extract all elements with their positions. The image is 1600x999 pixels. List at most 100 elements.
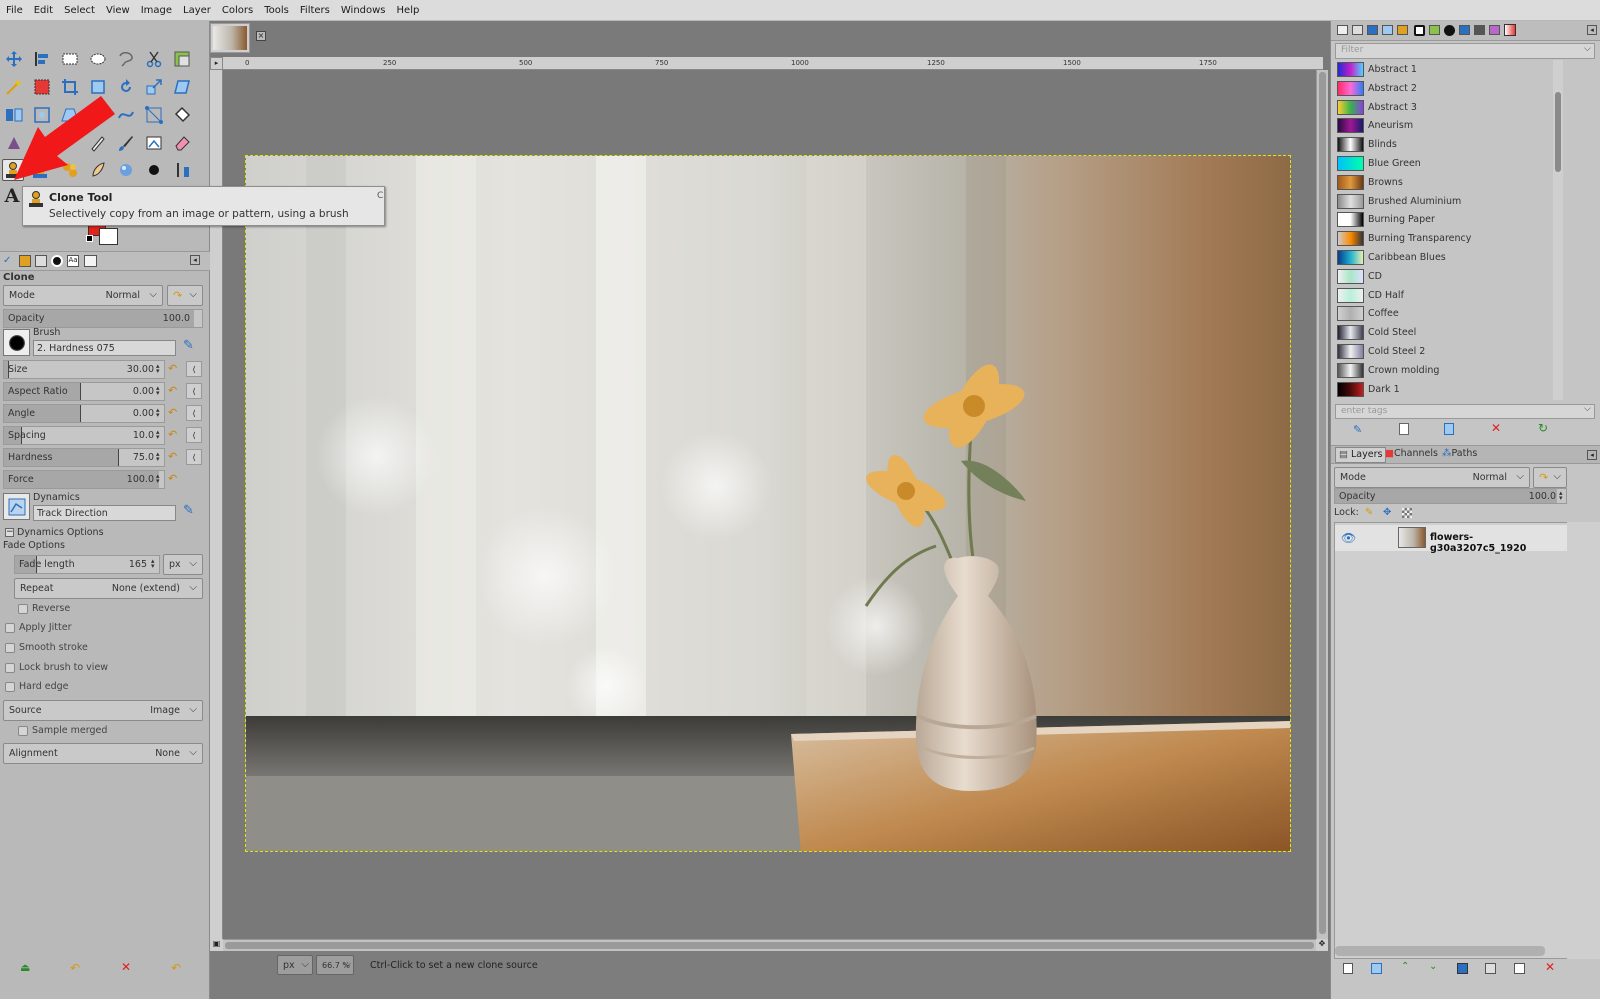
gradient-name[interactable]: Burning Paper xyxy=(1368,214,1435,225)
apply-jitter-checkbox[interactable] xyxy=(5,623,15,633)
ellipse-select-icon[interactable] xyxy=(87,48,109,70)
dock-tab-icon[interactable] xyxy=(1367,25,1378,35)
tab-layers[interactable]: ▤ Layers xyxy=(1335,447,1387,463)
configure-tab-icon[interactable]: ◂ xyxy=(1587,450,1597,460)
gradient-name[interactable]: CD Half xyxy=(1368,290,1404,301)
gradient-swatch[interactable] xyxy=(1337,62,1364,77)
force-slider[interactable]: Force 100.0 ▴ ▾ xyxy=(3,470,165,489)
background-color-swatch[interactable] xyxy=(99,228,118,245)
layer-row[interactable]: 👁 flowers-g30a3207c5_1920 xyxy=(1335,525,1567,554)
gradient-swatch[interactable] xyxy=(1337,268,1364,284)
aspect-reset-icon[interactable]: ↶ xyxy=(168,384,182,398)
configure-tab-icon[interactable]: ◂ xyxy=(1587,25,1597,35)
gradient-swatch[interactable] xyxy=(1337,325,1364,341)
align-tool-icon[interactable] xyxy=(31,48,53,70)
dock-tab-icon[interactable] xyxy=(1429,25,1440,35)
scissors-icon[interactable] xyxy=(143,48,165,70)
gradient-name[interactable]: Abstract 1 xyxy=(1368,64,1417,75)
gradient-list-scrollbar[interactable] xyxy=(1553,60,1563,400)
dock-tab-icon[interactable] xyxy=(1474,25,1485,35)
dock-tab-icon[interactable] xyxy=(1337,25,1348,35)
tab-channels[interactable]: ■Channels xyxy=(1385,448,1438,459)
lock-position-icon[interactable]: ✥ xyxy=(1383,507,1391,518)
edit-dynamics-icon[interactable]: ✎ xyxy=(183,503,199,519)
gradient-name[interactable]: Aneurism xyxy=(1368,120,1413,131)
layer-mask-icon[interactable] xyxy=(1514,963,1525,974)
new-group-icon[interactable] xyxy=(1371,963,1382,974)
text-tool-icon[interactable]: A xyxy=(1,185,23,207)
save-options-icon[interactable]: ⏏ xyxy=(20,961,30,974)
bucket-fill-icon[interactable] xyxy=(171,104,193,126)
delete-layer-icon[interactable]: ✕ xyxy=(1545,960,1555,974)
lock-pixels-icon[interactable]: ✎ xyxy=(1365,507,1373,518)
move-tool-icon[interactable] xyxy=(3,48,25,70)
gradient-name[interactable]: Crown molding xyxy=(1368,365,1439,376)
configure-tab-icon[interactable]: ◂ xyxy=(190,255,200,265)
free-select-icon[interactable] xyxy=(115,48,137,70)
tool-options-tab-icon[interactable]: ✓ xyxy=(3,255,15,267)
device-status-tab-icon[interactable] xyxy=(19,255,31,267)
layer-name[interactable]: flowers-g30a3207c5_1920 xyxy=(1430,532,1567,554)
lock-alpha-icon[interactable] xyxy=(1402,508,1412,518)
menu-file[interactable]: File xyxy=(6,5,23,16)
gradient-name[interactable]: Brushed Aluminium xyxy=(1368,196,1461,207)
gradient-name[interactable]: Blinds xyxy=(1368,139,1397,150)
dock-tab-icon[interactable] xyxy=(1444,25,1455,36)
layers-hscrollbar[interactable] xyxy=(1335,946,1545,956)
gradient-name[interactable]: Caribbean Blues xyxy=(1368,252,1446,263)
menu-tools[interactable]: Tools xyxy=(264,5,289,16)
gradient-name[interactable]: Blue Green xyxy=(1368,158,1421,169)
handle-transform-icon[interactable] xyxy=(143,104,165,126)
shear-icon[interactable] xyxy=(171,76,193,98)
menu-filters[interactable]: Filters xyxy=(300,5,330,16)
undo-history-tab-icon[interactable] xyxy=(35,255,47,267)
dock-tab-icon[interactable] xyxy=(1397,25,1408,35)
angle-link-icon[interactable]: ⟨ xyxy=(186,405,202,421)
tab-paths[interactable]: ⁂Paths xyxy=(1442,448,1477,459)
lock-brush-checkbox[interactable] xyxy=(5,663,15,673)
sample-merged-checkbox[interactable] xyxy=(18,726,28,736)
menu-image[interactable]: Image xyxy=(141,5,172,16)
repeat-combo[interactable]: Repeat None (extend) ⌵ xyxy=(14,578,203,599)
refresh-gradients-icon[interactable]: ↻ xyxy=(1538,421,1548,435)
gradient-filter-input[interactable]: Filter xyxy=(1335,43,1595,59)
hardness-slider[interactable]: Hardness 75.0 ▴ ▾ xyxy=(3,448,165,467)
rect-select-icon[interactable] xyxy=(59,48,81,70)
hardness-link-icon[interactable]: ⟨ xyxy=(186,449,202,465)
zoom-combo[interactable]: 66.7 % ⌵ xyxy=(316,955,354,975)
foreground-select-icon[interactable] xyxy=(171,48,193,70)
menu-edit[interactable]: Edit xyxy=(34,5,53,16)
gradient-swatch[interactable] xyxy=(1337,381,1364,397)
hard-edge-checkbox[interactable] xyxy=(5,682,15,692)
gradient-name[interactable]: CD xyxy=(1368,271,1382,282)
gradient-name[interactable]: Dark 1 xyxy=(1368,384,1400,395)
gradient-name[interactable]: Abstract 2 xyxy=(1368,83,1417,94)
gradient-swatch[interactable] xyxy=(1337,156,1364,171)
restore-options-icon[interactable]: ↶ xyxy=(70,961,80,975)
duplicate-gradient-icon[interactable] xyxy=(1444,423,1454,435)
gradient-name[interactable]: Cold Steel 2 xyxy=(1368,346,1425,357)
lower-layer-icon[interactable]: ⌄ xyxy=(1429,961,1437,972)
gradient-swatch[interactable] xyxy=(1337,362,1364,378)
horizontal-ruler[interactable]: 0 250 500 750 1000 1250 1500 1750 xyxy=(223,57,1323,70)
navigate-icon[interactable]: ▣ xyxy=(210,939,223,951)
aspect-link-icon[interactable]: ⟨ xyxy=(186,383,202,399)
alignment-combo[interactable]: Alignment None ⌵ xyxy=(3,743,203,764)
menu-layer[interactable]: Layer xyxy=(183,5,211,16)
dock-tab-icon[interactable] xyxy=(1414,25,1425,36)
dock-tab-icon[interactable] xyxy=(1459,25,1470,35)
menu-windows[interactable]: Windows xyxy=(341,5,386,16)
ink-tool-icon[interactable] xyxy=(143,159,165,181)
brush-name-field[interactable]: 2. Hardness 075 xyxy=(33,340,176,356)
gradient-swatch[interactable] xyxy=(1337,80,1364,96)
image-canvas[interactable] xyxy=(245,155,1291,852)
dynamics-options-label[interactable]: Dynamics Options xyxy=(17,527,104,538)
gradient-name[interactable]: Coffee xyxy=(1368,308,1399,319)
size-link-icon[interactable]: ⟨ xyxy=(186,361,202,377)
dynamics-preview[interactable] xyxy=(3,493,30,520)
spacing-slider[interactable]: Spacing 10.0 ▴ ▾ xyxy=(3,426,165,445)
edit-gradient-icon[interactable]: ✎ xyxy=(1353,423,1362,436)
delete-options-icon[interactable]: ✕ xyxy=(121,960,131,974)
fade-unit-combo[interactable]: px ⌵ xyxy=(163,554,203,575)
reset-options-icon[interactable]: ↶ xyxy=(171,961,181,975)
